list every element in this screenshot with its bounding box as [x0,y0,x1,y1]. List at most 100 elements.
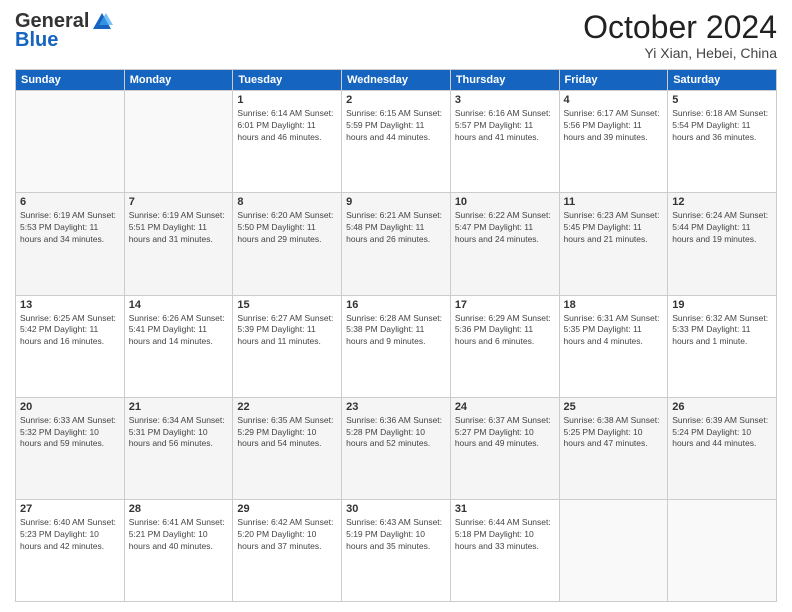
day-number: 2 [346,94,446,106]
day-info: Sunrise: 6:40 AM Sunset: 5:23 PM Dayligh… [20,517,120,553]
table-row: 24 Sunrise: 6:37 AM Sunset: 5:27 PM Dayli… [450,397,559,499]
table-row [124,91,233,193]
table-row: 20Sunrise: 6:33 AM Sunset: 5:32 PM Dayli… [16,397,125,499]
table-row: 22 Sunrise: 6:35 AM Sunset: 5:29 PM Dayli… [233,397,342,499]
day-info: Sunrise: 6:21 AM Sunset: 5:48 PM Dayligh… [346,210,446,246]
day-info: Sunrise: 6:39 AM Sunset: 5:24 PM Dayligh… [672,415,772,451]
table-row: 8 Sunrise: 6:20 AM Sunset: 5:50 PM Daylig… [233,193,342,295]
table-row [559,499,668,601]
day-info: Sunrise: 6:22 AM Sunset: 5:47 PM Dayligh… [455,210,555,246]
day-info: Sunrise: 6:18 AM Sunset: 5:54 PM Dayligh… [672,108,772,144]
col-sunday: Sunday [16,70,125,91]
day-number: 31 [455,503,555,515]
day-info: Sunrise: 6:15 AM Sunset: 5:59 PM Dayligh… [346,108,446,144]
logo-blue: Blue [15,29,58,52]
day-number: 11 [564,196,664,208]
table-row: 12Sunrise: 6:24 AM Sunset: 5:44 PM Dayli… [668,193,777,295]
table-row: 31 Sunrise: 6:44 AM Sunset: 5:18 PM Dayli… [450,499,559,601]
day-info: Sunrise: 6:26 AM Sunset: 5:41 PM Dayligh… [129,313,229,349]
day-info: Sunrise: 6:37 AM Sunset: 5:27 PM Dayligh… [455,415,555,451]
table-row: 17 Sunrise: 6:29 AM Sunset: 5:36 PM Dayli… [450,295,559,397]
table-row: 11Sunrise: 6:23 AM Sunset: 5:45 PM Dayli… [559,193,668,295]
col-saturday: Saturday [668,70,777,91]
day-number: 6 [20,196,120,208]
day-info: Sunrise: 6:28 AM Sunset: 5:38 PM Dayligh… [346,313,446,349]
day-info: Sunrise: 6:14 AM Sunset: 6:01 PM Dayligh… [237,108,337,144]
day-info: Sunrise: 6:25 AM Sunset: 5:42 PM Dayligh… [20,313,120,349]
location-subtitle: Yi Xian, Hebei, China [583,45,777,61]
table-row [668,499,777,601]
day-info: Sunrise: 6:31 AM Sunset: 5:35 PM Dayligh… [564,313,664,349]
table-row: 4 Sunrise: 6:17 AM Sunset: 5:56 PM Daylig… [559,91,668,193]
day-info: Sunrise: 6:17 AM Sunset: 5:56 PM Dayligh… [564,108,664,144]
col-wednesday: Wednesday [342,70,451,91]
calendar-header-row: Sunday Monday Tuesday Wednesday Thursday… [16,70,777,91]
day-info: Sunrise: 6:19 AM Sunset: 5:51 PM Dayligh… [129,210,229,246]
day-number: 21 [129,401,229,413]
table-row: 30Sunrise: 6:43 AM Sunset: 5:19 PM Dayli… [342,499,451,601]
day-info: Sunrise: 6:20 AM Sunset: 5:50 PM Dayligh… [237,210,337,246]
day-number: 19 [672,299,772,311]
table-row: 1 Sunrise: 6:14 AM Sunset: 6:01 PM Daylig… [233,91,342,193]
day-number: 14 [129,299,229,311]
table-row: 13 Sunrise: 6:25 AM Sunset: 5:42 PM Dayli… [16,295,125,397]
calendar-week-row: 6 Sunrise: 6:19 AM Sunset: 5:53 PM Daylig… [16,193,777,295]
day-number: 16 [346,299,446,311]
day-number: 3 [455,94,555,106]
day-info: Sunrise: 6:42 AM Sunset: 5:20 PM Dayligh… [237,517,337,553]
day-number: 15 [237,299,337,311]
day-number: 26 [672,401,772,413]
table-row: 7 Sunrise: 6:19 AM Sunset: 5:51 PM Daylig… [124,193,233,295]
day-info: Sunrise: 6:27 AM Sunset: 5:39 PM Dayligh… [237,313,337,349]
calendar-week-row: 1 Sunrise: 6:14 AM Sunset: 6:01 PM Daylig… [16,91,777,193]
calendar-week-row: 27 Sunrise: 6:40 AM Sunset: 5:23 PM Dayli… [16,499,777,601]
table-row: 23Sunrise: 6:36 AM Sunset: 5:28 PM Dayli… [342,397,451,499]
table-row [16,91,125,193]
day-info: Sunrise: 6:38 AM Sunset: 5:25 PM Dayligh… [564,415,664,451]
table-row: 19Sunrise: 6:32 AM Sunset: 5:33 PM Dayli… [668,295,777,397]
day-number: 4 [564,94,664,106]
calendar-week-row: 13 Sunrise: 6:25 AM Sunset: 5:42 PM Dayli… [16,295,777,397]
day-info: Sunrise: 6:16 AM Sunset: 5:57 PM Dayligh… [455,108,555,144]
day-number: 22 [237,401,337,413]
day-info: Sunrise: 6:29 AM Sunset: 5:36 PM Dayligh… [455,313,555,349]
day-info: Sunrise: 6:41 AM Sunset: 5:21 PM Dayligh… [129,517,229,553]
title-block: October 2024 Yi Xian, Hebei, China [583,10,777,61]
day-number: 8 [237,196,337,208]
table-row: 14 Sunrise: 6:26 AM Sunset: 5:41 PM Dayli… [124,295,233,397]
logo: General Blue [15,10,113,52]
day-number: 18 [564,299,664,311]
day-number: 7 [129,196,229,208]
table-row: 29 Sunrise: 6:42 AM Sunset: 5:20 PM Dayli… [233,499,342,601]
col-friday: Friday [559,70,668,91]
day-info: Sunrise: 6:36 AM Sunset: 5:28 PM Dayligh… [346,415,446,451]
day-number: 29 [237,503,337,515]
table-row: 16 Sunrise: 6:28 AM Sunset: 5:38 PM Dayli… [342,295,451,397]
day-number: 24 [455,401,555,413]
day-number: 13 [20,299,120,311]
day-number: 9 [346,196,446,208]
day-info: Sunrise: 6:35 AM Sunset: 5:29 PM Dayligh… [237,415,337,451]
day-info: Sunrise: 6:44 AM Sunset: 5:18 PM Dayligh… [455,517,555,553]
col-thursday: Thursday [450,70,559,91]
day-info: Sunrise: 6:43 AM Sunset: 5:19 PM Dayligh… [346,517,446,553]
table-row: 15 Sunrise: 6:27 AM Sunset: 5:39 PM Dayli… [233,295,342,397]
day-number: 10 [455,196,555,208]
day-number: 1 [237,94,337,106]
day-number: 12 [672,196,772,208]
table-row: 6 Sunrise: 6:19 AM Sunset: 5:53 PM Daylig… [16,193,125,295]
table-row: 2 Sunrise: 6:15 AM Sunset: 5:59 PM Daylig… [342,91,451,193]
table-row: 27 Sunrise: 6:40 AM Sunset: 5:23 PM Dayli… [16,499,125,601]
day-number: 20 [20,401,120,413]
day-number: 27 [20,503,120,515]
calendar-week-row: 20Sunrise: 6:33 AM Sunset: 5:32 PM Dayli… [16,397,777,499]
col-monday: Monday [124,70,233,91]
day-number: 5 [672,94,772,106]
day-number: 28 [129,503,229,515]
table-row: 26 Sunrise: 6:39 AM Sunset: 5:24 PM Dayli… [668,397,777,499]
calendar-table: Sunday Monday Tuesday Wednesday Thursday… [15,69,777,602]
table-row: 25Sunrise: 6:38 AM Sunset: 5:25 PM Dayli… [559,397,668,499]
day-number: 17 [455,299,555,311]
table-row: 21Sunrise: 6:34 AM Sunset: 5:31 PM Dayli… [124,397,233,499]
day-info: Sunrise: 6:19 AM Sunset: 5:53 PM Dayligh… [20,210,120,246]
